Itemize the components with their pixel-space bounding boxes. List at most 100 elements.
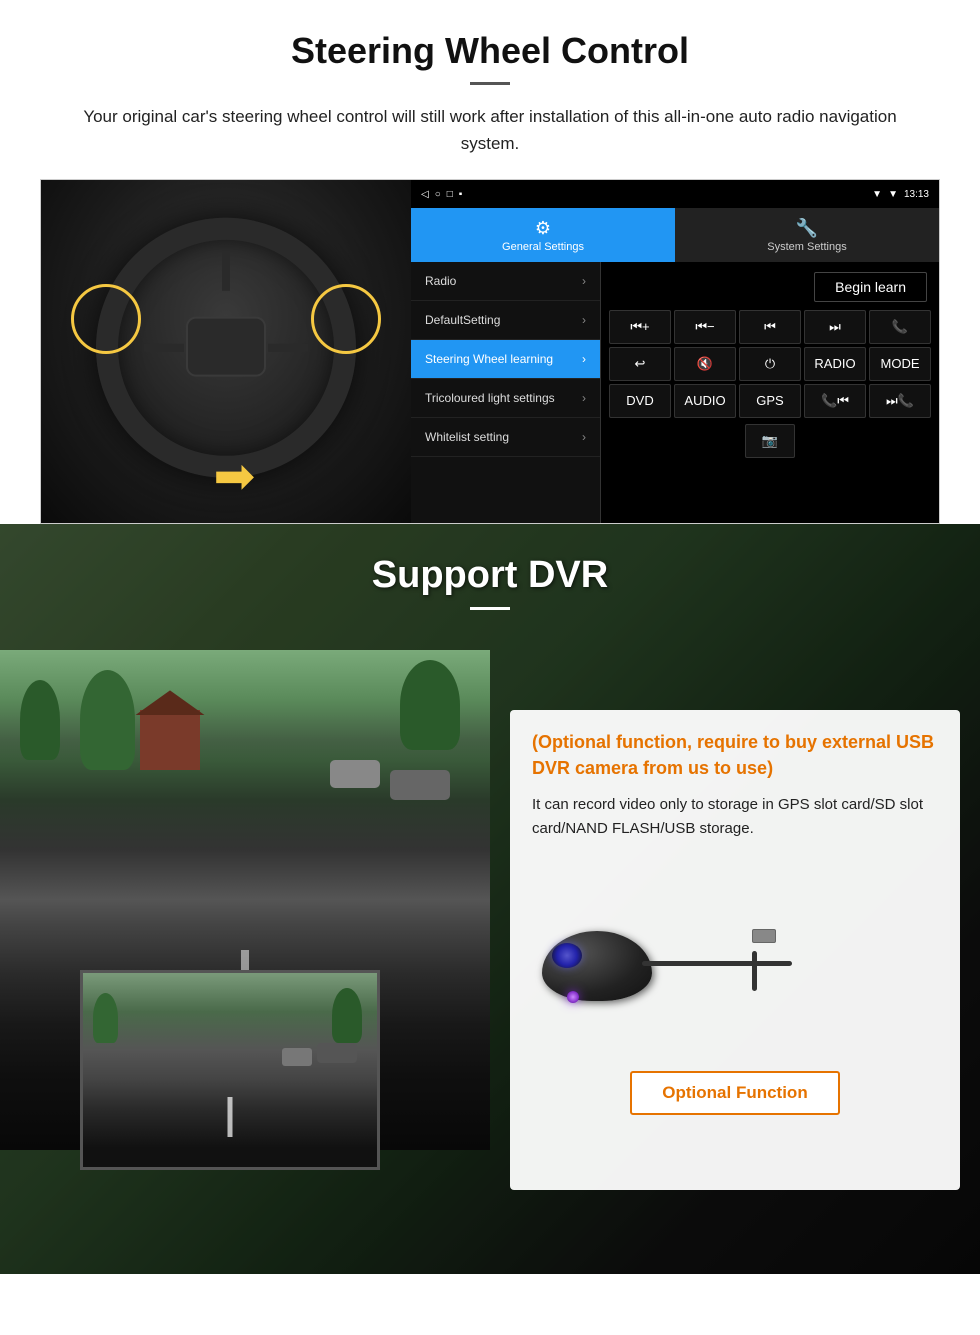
camera-device [542,891,802,1051]
screenshot-container: ➡ ◁ ○ □ ▪ ▼ ▼ 13:13 [40,179,940,524]
dvd-btn[interactable]: DVD [609,384,671,418]
dvr-info-card: (Optional function, require to buy exter… [510,710,960,1190]
camera-lens [552,943,582,968]
phone-btn[interactable]: 📞 [869,310,931,344]
control-buttons-grid: ⏮+ ⏮− ⏮ ⏭ 📞 ↩ 🔇 ⏻ RADIO MODE DVD AUDIO G… [605,308,935,420]
dvr-thumbnail [80,970,380,1170]
sw-spoke-top [222,250,230,290]
wifi-icon: ▼ [888,189,898,200]
dvr-lower-area: (Optional function, require to buy exter… [0,630,980,1230]
mute-btn[interactable]: 🔇 [674,347,736,381]
menu-defaultsetting-label: DefaultSetting [425,313,500,327]
home-icon[interactable]: ○ [435,189,441,200]
steering-wheel-photo: ➡ [41,180,411,524]
sw-spoke-left [144,344,184,352]
steering-wheel-background: ➡ [41,180,411,524]
audio-btn[interactable]: AUDIO [674,384,736,418]
time-display: 13:13 [904,189,929,200]
usb-plug [752,929,776,943]
dvr-camera-image [532,861,938,1061]
car-right [390,770,450,800]
gps-btn[interactable]: GPS [739,384,801,418]
android-statusbar: ◁ ○ □ ▪ ▼ ▼ 13:13 [411,180,939,208]
thumb-car-2 [282,1048,312,1066]
system-settings-icon: 🔧 [796,218,818,239]
menu-steering-label: Steering Wheel learning [425,352,553,366]
android-content-area: Radio › DefaultSetting › Steering Wheel … [411,262,939,523]
menu-item-tricoloured[interactable]: Tricoloured light settings › [411,379,600,418]
menu-radio-label: Radio [425,274,456,288]
thumb-road-scene [83,973,377,1167]
chevron-icon: › [582,274,586,288]
tab-general-label: General Settings [502,241,584,253]
title-divider [470,82,510,85]
steering-control-panel: Begin learn ⏮+ ⏮− ⏮ ⏭ 📞 ↩ 🔇 ⏻ RADIO MODE… [601,262,939,523]
next-btn[interactable]: ⏭ [804,310,866,344]
statusbar-nav-icons: ◁ ○ □ ▪ [421,189,462,200]
dvr-right-panel: (Optional function, require to buy exter… [490,650,980,1230]
thumb-tree [93,993,118,1043]
phone-next-btn[interactable]: ⏭📞 [869,384,931,418]
android-ui-panel: ◁ ○ □ ▪ ▼ ▼ 13:13 ⚙ General Settings [411,180,939,523]
car-right-2 [330,760,380,788]
general-settings-icon: ⚙ [535,218,551,239]
recent-icon[interactable]: □ [447,189,453,200]
signal-icon: ▼ [872,189,882,200]
menu-tricoloured-label: Tricoloured light settings [425,391,555,405]
begin-learn-row: Begin learn [605,266,935,308]
tab-system-label: System Settings [767,241,846,253]
dvr-title-divider [470,607,510,610]
roof [135,690,205,715]
steering-section: Steering Wheel Control Your original car… [0,0,980,524]
usb-cable [642,961,792,966]
page-title: Steering Wheel Control [40,30,940,72]
steering-wheel-ring [96,218,356,478]
menu-icon[interactable]: ▪ [459,189,463,200]
building [140,710,200,770]
tree-left [20,680,60,760]
dvr-title-area: Support DVR [0,524,980,630]
chevron-icon-4: › [582,430,586,444]
tree-right [400,660,460,750]
radio-btn[interactable]: RADIO [804,347,866,381]
sw-highlight-right [311,284,381,354]
sw-hub [186,316,266,376]
menu-item-whitelist[interactable]: Whitelist setting › [411,418,600,457]
menu-item-steering-wheel[interactable]: Steering Wheel learning › [411,340,600,379]
back-icon[interactable]: ◁ [421,189,429,200]
dvr-title: Support DVR [0,554,980,597]
tree-left-2 [80,670,135,770]
tab-system-settings[interactable]: 🔧 System Settings [675,208,939,262]
thumb-tree-2 [332,988,362,1043]
camera-light [567,991,579,1003]
chevron-icon-3: › [582,391,586,405]
thumb-car [317,1043,357,1063]
tab-general-settings[interactable]: ⚙ General Settings [411,208,675,262]
dvr-content: Support DVR [0,524,980,1230]
android-tabs: ⚙ General Settings 🔧 System Settings [411,208,939,262]
dvr-description: It can record video only to storage in G… [532,793,938,841]
chevron-icon-2: › [582,313,586,327]
phone-prev-btn[interactable]: 📞⏮ [804,384,866,418]
steering-description: Your original car's steering wheel contr… [60,103,920,157]
back-call-btn[interactable]: ↩ [609,347,671,381]
power-btn[interactable]: ⏻ [739,347,801,381]
optional-function-button[interactable]: Optional Function [630,1071,839,1115]
vol-down-btn[interactable]: ⏮− [674,310,736,344]
arrow-icon: ➡ [213,447,255,505]
vol-up-btn[interactable]: ⏮+ [609,310,671,344]
menu-item-radio[interactable]: Radio › [411,262,600,301]
prev-btn[interactable]: ⏮ [739,310,801,344]
dvr-left-panel [0,650,490,1230]
sw-highlight-left [71,284,141,354]
dvr-section: Support DVR [0,524,980,1274]
cable-bend [752,951,757,991]
thumb-road-line [228,1097,233,1137]
mode-btn[interactable]: MODE [869,347,931,381]
extra-btn[interactable]: 📷 [745,424,795,458]
sw-spoke-right [268,344,308,352]
begin-learn-button[interactable]: Begin learn [814,272,927,302]
settings-menu: Radio › DefaultSetting › Steering Wheel … [411,262,601,523]
menu-item-defaultsetting[interactable]: DefaultSetting › [411,301,600,340]
menu-whitelist-label: Whitelist setting [425,430,509,444]
